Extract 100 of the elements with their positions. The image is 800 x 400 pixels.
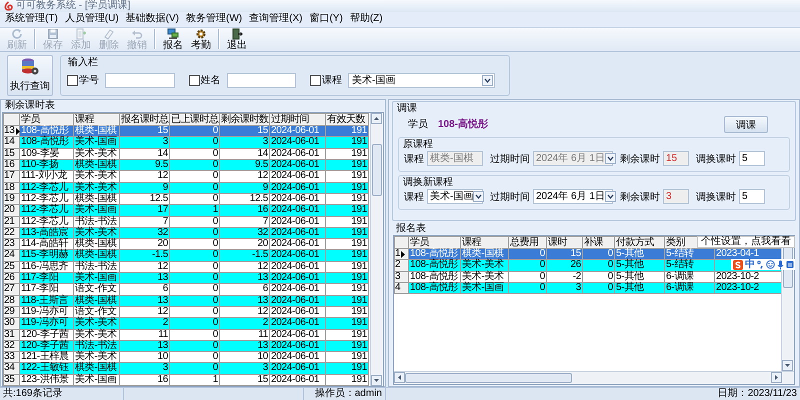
toolbar-button[interactable]: 报名 — [159, 28, 187, 51]
row-header[interactable]: 2 — [394, 260, 408, 272]
course-dropdown[interactable]: 美术-国画 — [348, 73, 496, 88]
table-cell: 0 — [170, 295, 220, 306]
table-cell: 3 — [120, 362, 170, 374]
row-header[interactable]: 15 — [4, 148, 20, 160]
table-cell: 3 — [220, 136, 270, 148]
table-row[interactable]: 21 112-李芯儿 书法-书法 7 0 7 2024-06-01 191 — [4, 216, 368, 228]
table-row[interactable]: 35 123-洪伟景 美术-国画 16 1 15 2024-06-01 191 — [4, 374, 368, 386]
student-name: 108-高悦彤 — [438, 117, 488, 132]
table-row[interactable]: 13 108-高悦彤 棋类-国棋 15 0 15 2024-06-01 191 — [4, 126, 368, 137]
table-row[interactable]: 17 111-刘小龙 美术-美术 12 0 12 2024-06-01 191 — [4, 170, 368, 182]
row-header[interactable]: 3 — [394, 271, 408, 283]
table-cell: 122-王敏钰 — [20, 362, 74, 374]
table-row[interactable]: 24 115-李明赫 棋类-国棋 -1.5 0 -1.5 2024-06-01 191 — [4, 250, 368, 262]
ime-mode-toggle[interactable]: 中 — [745, 259, 755, 270]
table-cell: 美术-国画 — [74, 374, 120, 386]
table-row[interactable]: 28 118-王斯言 棋类-国棋 13 0 13 2024-06-01 191 — [4, 295, 368, 306]
row-header[interactable]: 34 — [4, 362, 20, 374]
column-header[interactable]: 付款方式 — [614, 236, 664, 249]
row-header[interactable]: 21 — [4, 216, 20, 228]
table-row[interactable]: 14 108-高悦彤 美术-国画 3 0 3 2024-06-01 191 — [4, 136, 368, 148]
toolbar-button[interactable]: 退出 — [223, 28, 251, 51]
table-cell: 3 — [120, 136, 170, 148]
table-row[interactable]: 4 108-高悦彤 美术-国画 0 3 0 5-其他 6-调课 2023-10-2 — [394, 282, 781, 294]
table-cell: 11 — [120, 329, 170, 340]
column-header[interactable]: 课程 — [74, 114, 120, 126]
row-header[interactable]: 1 — [394, 248, 408, 260]
row-header[interactable]: 23 — [4, 238, 20, 250]
input-field[interactable]: 5 — [739, 151, 765, 166]
field-label: 调换课时 — [696, 152, 736, 166]
row-header[interactable]: 18 — [4, 182, 20, 194]
column-header[interactable]: 已上课时总 — [170, 114, 220, 126]
table-row[interactable]: 31 120-李子茜 美术-美术 11 0 11 2024-06-01 191 — [4, 329, 368, 340]
row-header[interactable]: 32 — [4, 340, 20, 352]
date-picker[interactable]: 2024年 6月 1日 — [533, 189, 613, 204]
row-header[interactable]: 33 — [4, 352, 20, 363]
course-dropdown[interactable]: 美术-国画 — [427, 189, 483, 204]
column-header[interactable]: 学员 — [408, 236, 460, 249]
table-row[interactable]: 34 122-王敏钰 棋类-国棋 3 0 3 2024-06-01 191 — [4, 362, 368, 374]
filter-checkbox[interactable]: 课程 — [310, 74, 342, 87]
menu-item[interactable]: 查询管理(X) — [249, 13, 302, 26]
column-header[interactable]: 有效天数 — [326, 114, 368, 126]
table-row[interactable]: 26 117-李阳 美术-国画 13 0 13 2024-06-01 191 — [4, 272, 368, 284]
filter-checkbox[interactable]: 学号 — [67, 74, 99, 87]
table-cell: 6-调课 — [664, 282, 714, 294]
table-row[interactable]: 16 110-李扬 棋类-国棋 9.5 0 9.5 2024-06-01 191 — [4, 160, 368, 171]
row-header[interactable]: 30 — [4, 318, 20, 329]
field-label: 过期时间 — [490, 190, 530, 204]
table-row[interactable]: 22 113-高皓宸 美术-美术 32 0 32 2024-06-01 191 — [4, 227, 368, 239]
row-header[interactable]: 35 — [4, 374, 20, 386]
row-header[interactable]: 17 — [4, 170, 20, 182]
column-header[interactable]: 学员 — [20, 114, 74, 126]
table-cell: 美术-美术 — [74, 329, 120, 340]
menu-item[interactable]: 基础数据(V) — [126, 13, 180, 26]
row-header[interactable]: 16 — [4, 160, 20, 171]
column-header[interactable]: 补课 — [582, 236, 614, 249]
menu-item[interactable]: 系统管理(T) — [5, 13, 58, 26]
column-header[interactable]: 课程 — [460, 236, 508, 249]
row-header[interactable]: 13 — [4, 126, 20, 137]
row-header[interactable]: 24 — [4, 250, 20, 262]
row-header[interactable]: 20 — [4, 204, 20, 216]
row-header[interactable]: 28 — [4, 295, 20, 306]
row-header[interactable]: 14 — [4, 136, 20, 148]
row-header[interactable]: 27 — [4, 284, 20, 296]
column-header[interactable]: 课时 — [546, 236, 582, 249]
menu-item[interactable]: 人员管理(U) — [64, 13, 119, 26]
table-row[interactable]: 18 112-李芯儿 美术-美术 9 0 9 2024-06-01 191 — [4, 182, 368, 194]
toolbar-button[interactable]: 考勤 — [187, 28, 215, 51]
table-cell: 16 — [220, 204, 270, 216]
query-button[interactable]: 执行查询 — [7, 54, 53, 96]
table-cell: 5-结转 — [664, 260, 714, 272]
table-row[interactable]: 32 120-李子茜 书法-书法 13 0 13 2024-06-01 191 — [4, 340, 368, 352]
table-row[interactable]: 1 108-高悦彤 棋类-国棋 0 15 0 5-其他 5-结转 2023-04-1 — [394, 248, 781, 260]
menu-item[interactable]: 教务管理(W) — [186, 13, 242, 26]
menu-item[interactable]: 帮助(Z) — [350, 13, 383, 26]
table-cell: 0 — [170, 170, 220, 182]
table-cell: 0 — [170, 272, 220, 284]
table-row[interactable]: 27 117-李阳 语文-作文 6 0 6 2024-06-01 191 — [4, 284, 368, 296]
column-header[interactable]: 总费用 — [508, 236, 546, 249]
table-row[interactable]: 30 119-冯亦可 美术-美术 2 0 2 2024-06-01 191 — [4, 318, 368, 329]
filter-checkbox[interactable]: 姓名 — [188, 74, 221, 87]
transfer-button[interactable]: 调课 — [724, 116, 768, 133]
row-header[interactable]: 22 — [4, 227, 20, 239]
row-header[interactable]: 4 — [394, 282, 408, 294]
column-header[interactable]: 过期时间 — [270, 114, 326, 126]
row-header[interactable]: 25 — [4, 261, 20, 273]
row-header[interactable]: 31 — [4, 329, 20, 340]
menu-item[interactable]: 窗口(Y) — [309, 13, 343, 26]
row-header[interactable]: 26 — [4, 272, 20, 284]
table-cell: 120-李子茜 — [20, 340, 74, 352]
table-cell: 0 — [170, 318, 220, 329]
column-header[interactable]: 剩余课时数 — [220, 114, 270, 126]
field-label: 课程 — [404, 190, 424, 204]
table-row[interactable]: 20 112-李芯儿 美术-国画 17 1 16 2024-06-01 191 — [4, 204, 368, 216]
column-header[interactable]: 报名课时总 — [120, 114, 170, 126]
row-header[interactable]: 29 — [4, 306, 20, 318]
row-header[interactable]: 19 — [4, 193, 20, 205]
table-cell: 2024-06-01 — [270, 284, 326, 296]
input-field[interactable]: 5 — [739, 189, 765, 204]
